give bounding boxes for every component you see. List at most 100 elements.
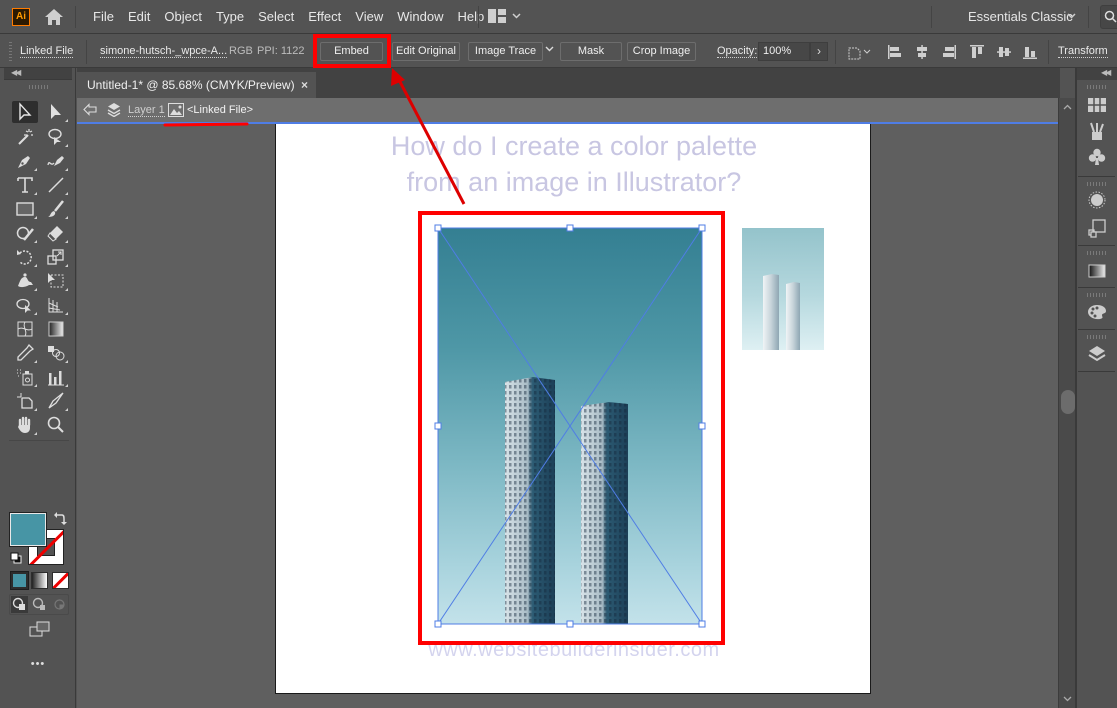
thumbnail-image[interactable] [742,228,824,350]
expand-panels-icon[interactable]: ◀◀ [1101,68,1111,77]
scale-tool[interactable] [43,246,69,268]
selection-tool[interactable] [12,101,38,123]
panel-grip[interactable] [9,42,12,62]
menu-file[interactable]: File [86,0,121,34]
menu-help[interactable]: Help [450,0,491,34]
fill-swatch[interactable] [9,512,47,547]
menu-type[interactable]: Type [209,0,251,34]
opacity-link[interactable]: Opacity: [717,35,758,68]
edit-toolbar-button[interactable]: ••• [0,658,76,670]
lasso-tool[interactable] [43,126,69,148]
draw-normal-button[interactable] [11,596,28,613]
scroll-up-icon[interactable] [1063,104,1072,110]
artboard-tool[interactable] [12,390,38,412]
align-vertical-center-icon[interactable] [996,44,1012,60]
collapse-icon[interactable]: ◀◀ [11,68,21,77]
swap-fill-stroke-icon[interactable] [53,511,67,527]
mesh-tool[interactable] [12,318,38,340]
change-screen-mode-icon[interactable] [29,621,51,637]
slice-tool[interactable] [43,390,69,412]
line-segment-tool[interactable] [43,174,69,196]
perspective-grid-tool[interactable] [43,294,69,316]
eyedropper-tool[interactable] [12,342,38,364]
direct-selection-tool[interactable] [43,101,69,123]
type-tool[interactable] [12,174,38,196]
image-trace-button[interactable]: Image Trace [468,42,543,61]
opacity-input[interactable]: 100% [758,42,810,61]
panel-grip[interactable] [29,85,49,89]
panel-grip[interactable] [1087,293,1106,297]
draw-behind-button[interactable] [31,596,48,613]
panel-grip[interactable] [1087,85,1106,89]
gradient-tool[interactable] [43,318,69,340]
brushes-icon[interactable] [1087,121,1107,141]
menu-select[interactable]: Select [251,0,301,34]
gradient-panel-icon[interactable] [1087,261,1107,281]
menu-view[interactable]: View [348,0,390,34]
canvas[interactable]: How do I create a color palette from an … [77,124,1058,708]
breadcrumb-layer[interactable]: Layer 1 [128,98,165,122]
transform-link[interactable]: Transform [1058,35,1108,68]
eraser-tool[interactable] [43,222,69,244]
shape-builder-tool[interactable] [12,294,38,316]
blend-tool[interactable] [43,342,69,364]
transform-icon[interactable] [1087,218,1107,238]
vertical-scrollbar[interactable] [1058,98,1075,708]
home-icon[interactable] [44,8,64,26]
menu-window[interactable]: Window [390,0,450,34]
pen-tool[interactable] [12,150,38,172]
panel-grip[interactable] [1087,335,1106,339]
curvature-tool[interactable] [43,150,69,172]
align-to-icon[interactable] [846,44,872,60]
align-horizontal-center-icon[interactable] [914,44,930,60]
scroll-down-icon[interactable] [1063,696,1072,702]
opacity-expand-button[interactable]: › [810,42,828,61]
edit-original-button[interactable]: Edit Original [392,42,460,61]
rectangle-tool[interactable] [12,198,38,220]
panel-grip[interactable] [1087,251,1106,255]
embed-button[interactable]: Embed [320,42,383,61]
column-graph-tool[interactable] [43,366,69,388]
scrollbar-thumb[interactable] [1061,390,1075,414]
image-trace-dropdown-icon[interactable] [545,46,554,52]
hand-tool[interactable] [12,414,38,436]
default-fill-stroke-icon[interactable] [10,552,22,564]
document-tab[interactable]: Untitled-1* @ 85.68% (CMYK/Preview) × [77,72,316,98]
chevron-down-icon[interactable] [1067,13,1076,19]
search-button[interactable] [1100,5,1117,29]
swatches-icon[interactable] [1087,95,1107,115]
appearance-icon[interactable] [1087,190,1107,210]
layers-panel-icon[interactable] [1087,344,1107,364]
close-tab-icon[interactable]: × [301,72,308,98]
draw-inside-button[interactable] [51,596,68,613]
color-mode-button[interactable] [10,571,29,590]
menu-edit[interactable]: Edit [121,0,157,34]
symbols-club-icon[interactable] [1087,147,1107,167]
gradient-mode-button[interactable] [31,572,48,589]
file-name-link[interactable]: simone-hutsch-_wpce-A... [100,35,228,68]
align-top-icon[interactable] [969,44,985,60]
none-mode-button[interactable] [52,572,69,589]
linked-image[interactable] [438,228,702,624]
panel-grip[interactable] [1087,182,1106,186]
mask-button[interactable]: Mask [560,42,622,61]
linked-file-link[interactable]: Linked File [20,35,74,68]
puppet-warp-tool[interactable] [12,270,38,292]
zoom-tool[interactable] [43,414,69,436]
free-transform-tool[interactable] [43,270,69,292]
shaper-tool[interactable] [12,222,38,244]
menu-object[interactable]: Object [157,0,209,34]
arrange-documents-button[interactable] [488,9,521,23]
paintbrush-tool[interactable] [43,198,69,220]
magic-wand-tool[interactable] [12,126,38,148]
align-left-icon[interactable] [887,44,903,60]
workspace-switcher[interactable]: Essentials Classic [968,0,1073,34]
menu-effect[interactable]: Effect [301,0,348,34]
breadcrumb-object[interactable]: <Linked File> [187,98,253,122]
crop-image-button[interactable]: Crop Image [627,42,696,61]
color-palette-icon[interactable] [1087,302,1107,322]
align-bottom-icon[interactable] [1022,44,1038,60]
back-arrow-icon[interactable] [83,103,97,116]
symbol-sprayer-tool[interactable] [12,366,38,388]
align-right-icon[interactable] [941,44,957,60]
